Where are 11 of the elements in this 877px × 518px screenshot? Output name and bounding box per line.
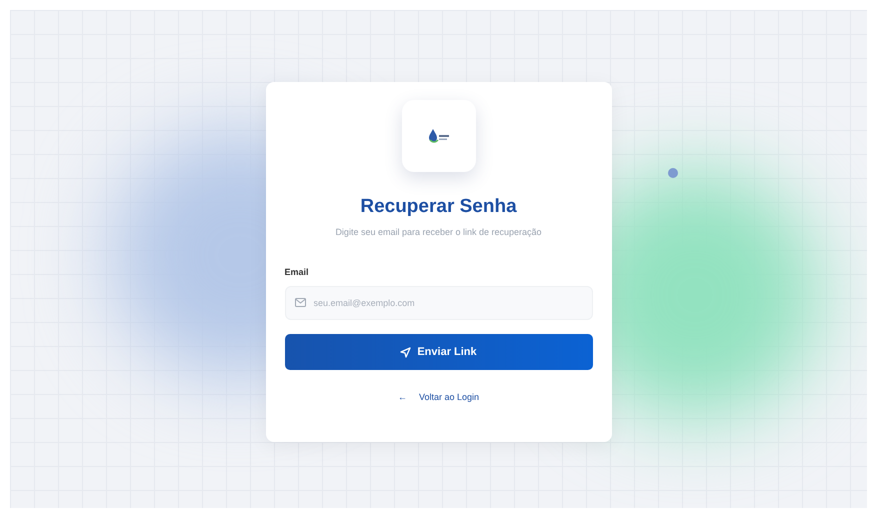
field-label: Email [284, 267, 309, 277]
droplet-logo-icon [428, 128, 450, 144]
send-icon [400, 346, 412, 358]
decorative-dot [668, 168, 678, 178]
send-link-button[interactable]: Enviar Link [284, 334, 592, 370]
back-link-label: Voltar ao Login [418, 392, 480, 402]
back-to-login-link[interactable]: ← Voltar ao Login [398, 392, 480, 402]
email-field[interactable]: seu.email@exemplo.com [284, 286, 592, 320]
back-arrow: ← [398, 392, 407, 402]
subtitle: Digite seu email para receber o link de recuperação [335, 227, 542, 237]
page-title: Recuperar Senha [360, 196, 517, 218]
